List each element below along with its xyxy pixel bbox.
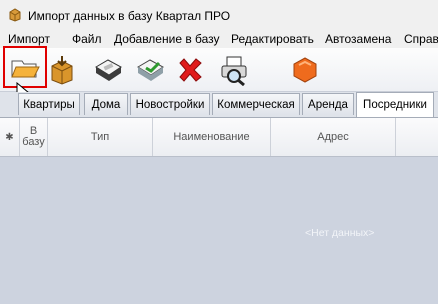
stop-hexagon-icon	[293, 57, 317, 83]
tab-apartments[interactable]: Квартиры	[18, 93, 80, 115]
tab-intermediaries[interactable]: Посредники	[356, 92, 434, 117]
column-header-indicator[interactable]: ✱	[0, 118, 20, 156]
delete-button[interactable]	[172, 52, 208, 88]
menu-help[interactable]: Справ	[404, 32, 438, 46]
menu-edit[interactable]: Редактировать	[231, 32, 314, 46]
import-button[interactable]	[44, 52, 80, 88]
menu-add-to-db[interactable]: Добавление в базу	[114, 32, 220, 46]
save-button[interactable]	[90, 52, 126, 88]
menu-import[interactable]: Импорт	[8, 32, 50, 46]
column-header-address[interactable]: Адрес	[271, 118, 396, 156]
print-preview-button[interactable]	[216, 52, 252, 88]
print-preview-icon	[221, 56, 247, 86]
stop-button[interactable]	[287, 52, 323, 88]
tab-bar: Квартиры Дома Новостройки Коммерческая А…	[0, 92, 438, 118]
tab-new-buildings[interactable]: Новостройки	[130, 93, 210, 115]
menu-file[interactable]: Файл	[72, 32, 102, 46]
import-box-icon	[51, 56, 73, 85]
tab-rent[interactable]: Аренда	[302, 93, 354, 115]
empty-grid-message: <Нет данных>	[305, 227, 375, 239]
menu-autoreplace[interactable]: Автозамена	[325, 32, 391, 46]
menu-bar: Импорт Файл Добавление в базу Редактиров…	[0, 30, 438, 49]
grid-header: ✱ В базу Тип Наименование Адрес	[0, 118, 438, 157]
tab-houses[interactable]: Дома	[84, 93, 128, 115]
save-disk-icon	[95, 59, 122, 81]
save-as-button[interactable]	[132, 52, 168, 88]
open-folder-icon	[11, 60, 40, 78]
window-title: Импорт данных в базу Квартал ПРО	[28, 9, 231, 23]
column-header-type[interactable]: Тип	[48, 118, 153, 156]
column-header-in-db[interactable]: В базу	[20, 118, 48, 156]
package-icon	[8, 8, 22, 22]
column-header-name[interactable]: Наименование	[153, 118, 271, 156]
tab-commercial[interactable]: Коммерческая	[212, 93, 300, 115]
title-bar: Импорт данных в базу Квартал ПРО	[0, 0, 438, 30]
delete-x-icon	[179, 58, 202, 82]
save-green-icon	[137, 59, 164, 81]
toolbar	[0, 46, 438, 92]
